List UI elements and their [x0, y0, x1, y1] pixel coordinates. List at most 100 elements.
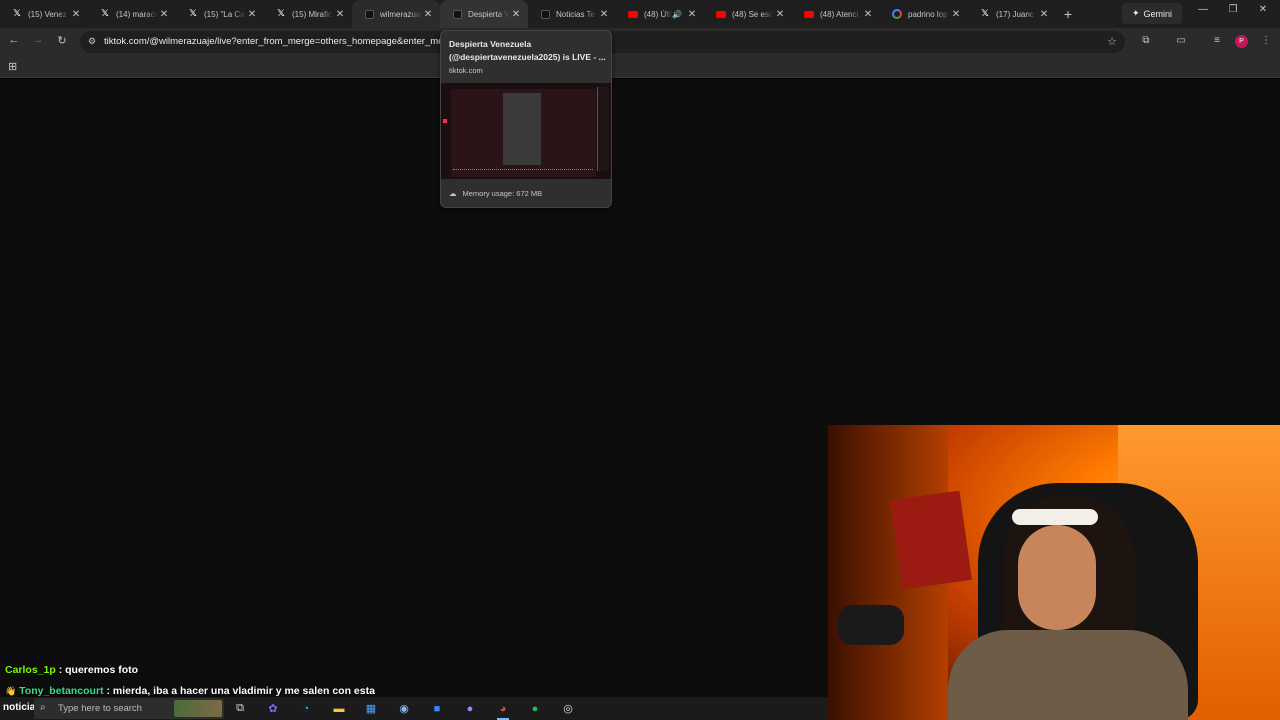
tab[interactable]: 𝕏 (14) maracu ✕	[88, 0, 176, 28]
tab[interactable]: 𝕏 (15) Mirafic ✕	[264, 0, 352, 28]
chat-badge-icon: 👋	[5, 686, 17, 696]
chat-text: : queremos foto	[58, 664, 139, 676]
edge-icon[interactable]: ◔	[297, 700, 315, 717]
copilot-icon[interactable]: ✿	[264, 700, 282, 717]
tab-title: wilmerazuaj	[380, 9, 422, 19]
memory-icon: ☁	[449, 189, 457, 198]
google-icon	[892, 9, 902, 19]
tab[interactable]: Noticias Te ✕	[528, 0, 616, 28]
tab-title: (14) maracu	[116, 9, 158, 19]
chat-username: Tony_betancourt	[19, 685, 104, 697]
forward-arrow-icon[interactable]: →	[30, 34, 46, 46]
tab-close-icon[interactable]: ✕	[686, 9, 698, 20]
bookmarks-bar: ⊞	[0, 56, 1280, 78]
chrome-icon[interactable]: ◕	[494, 700, 512, 720]
tab-close-icon[interactable]: ✕	[70, 9, 82, 20]
tab[interactable]: (48) Últi 🔊 ✕	[616, 0, 704, 28]
tab-close-icon[interactable]: ✕	[862, 9, 874, 20]
tab[interactable]: (48) Se esc ✕	[704, 0, 792, 28]
tab[interactable]: 𝕏 (15) Venez ✕	[0, 0, 88, 28]
youtube-icon	[628, 9, 638, 19]
back-arrow-icon[interactable]: ←	[6, 34, 22, 46]
tab[interactable]: (48) Atenci ✕	[792, 0, 880, 28]
discord-icon[interactable]: ●	[461, 700, 479, 717]
tab-close-icon[interactable]: ✕	[334, 9, 346, 20]
url-text[interactable]: tiktok.com/@wilmerazuaje/live?enter_from…	[104, 36, 444, 47]
tab[interactable]: Despierta V ✕	[440, 0, 528, 28]
file-explorer-icon[interactable]: ▬	[330, 700, 348, 717]
close-window-icon[interactable]: ✕	[1253, 4, 1273, 15]
tab-title: (17) Juanc	[996, 9, 1034, 19]
new-tab-button[interactable]: +	[1058, 6, 1078, 22]
tab-close-icon[interactable]: ✕	[950, 9, 962, 20]
tab-close-icon[interactable]: ✕	[510, 9, 522, 20]
tab-title: Noticias Te	[556, 9, 595, 19]
tab[interactable]: 𝕏 (15) "La Car ✕	[176, 0, 264, 28]
chat-username: Carlos_1p	[5, 664, 56, 676]
tab-title: Despierta V	[468, 9, 510, 19]
cast-icon[interactable]: ▭	[1173, 35, 1189, 46]
x-icon: 𝕏	[189, 9, 197, 19]
tab[interactable]: wilmerazuaj ✕	[352, 0, 440, 28]
chat-message: Carlos_1p : queremos foto	[5, 664, 138, 676]
x-icon: 𝕏	[277, 9, 285, 19]
search-icon: ⌕	[40, 702, 46, 713]
taskbar: noticia ⌕ Type here to search ⧉ ✿ ◔ ▬ ▦ …	[0, 697, 828, 720]
gemini-label: Gemini	[1143, 8, 1173, 19]
tab-title: (48) Atenci	[820, 9, 859, 19]
task-view-icon[interactable]: ⧉	[231, 700, 249, 717]
steam-icon[interactable]: ◉	[395, 700, 413, 717]
x-icon: 𝕏	[101, 9, 109, 19]
hover-card-thumbnail	[441, 83, 611, 179]
extensions-icon[interactable]: ⧉	[1138, 35, 1154, 46]
taskbar-search[interactable]: ⌕ Type here to search	[34, 698, 224, 719]
chat-message: 👋 Tony_betancourt : mierda, iba a hacer …	[5, 685, 375, 697]
search-placeholder[interactable]: Type here to search	[58, 703, 142, 714]
hover-card-memory: ☁ Memory usage: 672 MB	[449, 189, 542, 198]
tab-close-icon[interactable]: ✕	[774, 9, 786, 20]
tab-hover-card: Despierta Venezuela (@despiertavenezuela…	[440, 30, 612, 208]
tab-title: (48) Últi	[644, 9, 673, 19]
tab-list: 𝕏 (15) Venez ✕ 𝕏 (14) maracu ✕ 𝕏 (15) "La Car ✕ 𝕏…	[0, 0, 1056, 28]
tab-close-icon[interactable]: ✕	[158, 9, 170, 20]
store-icon[interactable]: ▦	[362, 700, 380, 717]
hover-card-domain: tiktok.com	[449, 66, 483, 75]
tiktok-icon	[364, 9, 374, 19]
site-info-icon[interactable]: ⚙	[88, 36, 96, 47]
tab-close-icon[interactable]: ✕	[422, 9, 434, 20]
tab[interactable]: padrino lop ✕	[880, 0, 968, 28]
app-icon[interactable]: ■	[428, 700, 446, 717]
apps-grid-icon[interactable]: ⊞	[8, 60, 17, 73]
tab-title: (15) Venez	[28, 9, 67, 19]
webcam-video	[828, 425, 1280, 720]
taskbar-label: noticia	[3, 702, 36, 713]
tab-title: padrino lop	[908, 9, 948, 19]
gemini-icon: ✦	[1132, 8, 1140, 18]
tab-close-icon[interactable]: ✕	[1038, 9, 1050, 20]
audio-playing-icon[interactable]: 🔊	[672, 10, 682, 19]
kebab-menu-icon[interactable]: ⋮	[1258, 35, 1274, 46]
search-highlight-image	[174, 700, 222, 717]
restore-icon[interactable]: ❐	[1223, 4, 1243, 15]
tab[interactable]: 𝕏 (17) Juanc ✕	[968, 0, 1056, 28]
minimize-icon[interactable]: —	[1193, 4, 1213, 15]
tab-close-icon[interactable]: ✕	[246, 9, 258, 20]
spotify-icon[interactable]: ●	[526, 700, 544, 717]
tab-close-icon[interactable]: ✕	[598, 9, 610, 20]
tiktok-icon	[540, 9, 550, 19]
tab-title: (15) "La Car	[204, 9, 246, 19]
tab-title: (15) Mirafic	[292, 9, 333, 19]
youtube-icon	[716, 9, 726, 19]
tab-strip: 𝕏 (15) Venez ✕ 𝕏 (14) maracu ✕ 𝕏 (15) "La Car ✕ 𝕏…	[0, 0, 1280, 28]
profile-avatar[interactable]: P	[1235, 35, 1248, 48]
obs-icon[interactable]: ◎	[559, 700, 577, 717]
x-icon: 𝕏	[981, 9, 989, 19]
tiktok-icon	[452, 9, 462, 19]
tab-title: (48) Se esc	[732, 9, 773, 19]
bookmark-star-icon[interactable]: ☆	[1107, 35, 1117, 48]
reload-icon[interactable]: ↻	[54, 34, 70, 47]
menu-list-icon[interactable]: ≡	[1209, 35, 1225, 46]
chat-text: : mierda, iba a hacer una vladimir y me …	[106, 685, 375, 697]
gemini-button[interactable]: ✦ Gemini	[1122, 3, 1183, 24]
youtube-icon	[804, 9, 814, 19]
